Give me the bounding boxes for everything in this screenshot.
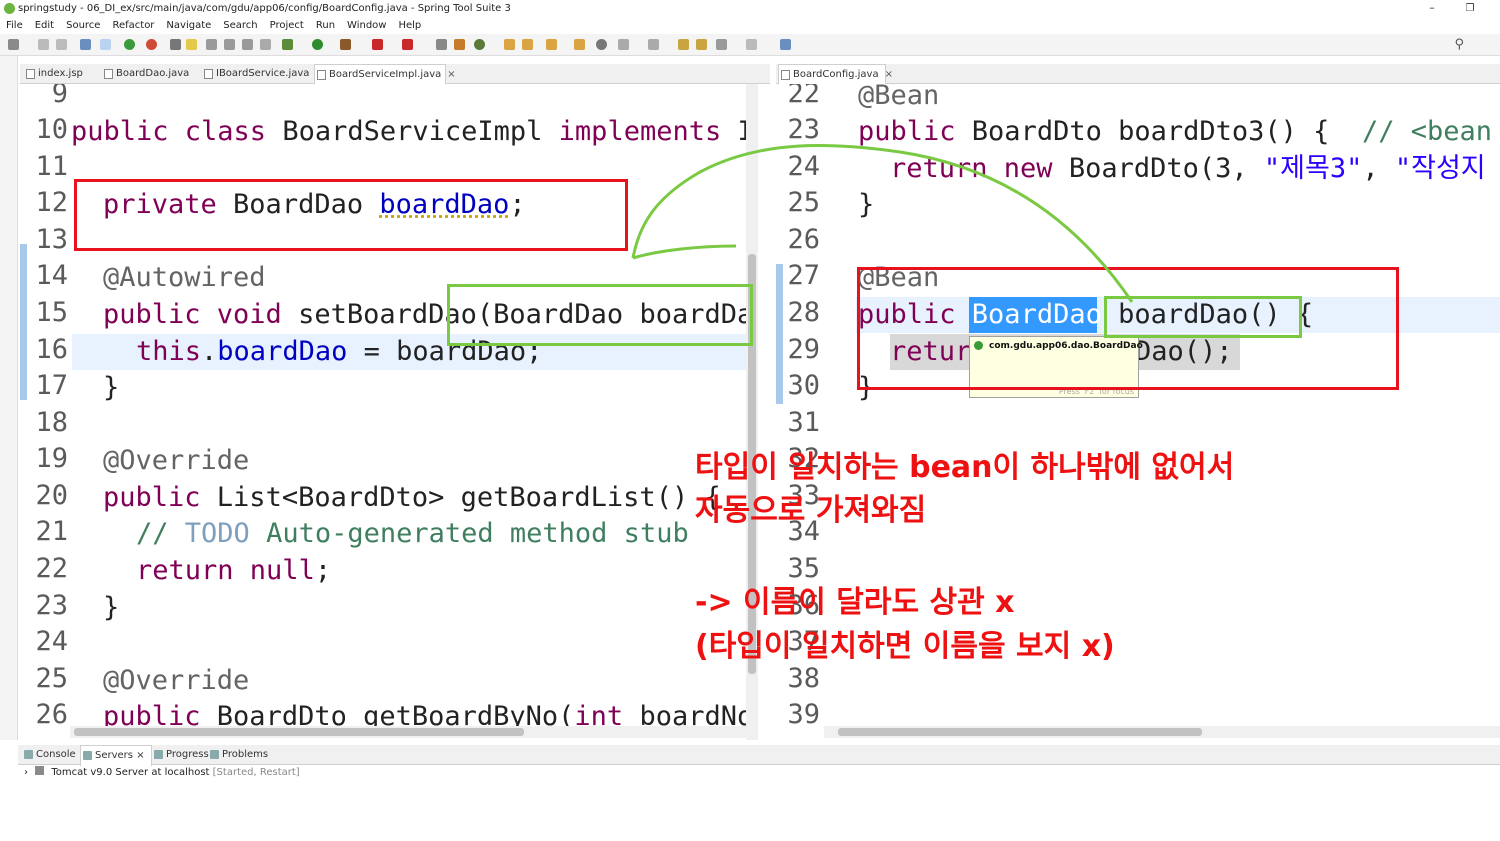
annotation-note: 타입이 일치하는 bean이 하나밖에 없어서	[695, 450, 1235, 485]
servers-icon	[83, 751, 92, 760]
tab-label: Console	[36, 749, 76, 760]
green-arrow-icon	[631, 144, 1134, 303]
server-list-item[interactable]: › Tomcat v9.0 Server at localhost [Start…	[24, 765, 300, 781]
annotation-note: -> 이름이 달라도 상관 x	[695, 585, 1015, 620]
tab-console[interactable]: Console	[22, 745, 76, 765]
progress-icon	[154, 750, 163, 759]
annotation-note: (타입이 일치하면 이름을 보지 x)	[695, 629, 1115, 664]
tab-progress[interactable]: Progress	[152, 745, 209, 765]
server-status: [Started, Restart]	[212, 767, 300, 778]
bottom-panel-tabbar: Console Servers × Progress Problems	[18, 745, 1500, 766]
tab-problems[interactable]: Problems	[208, 745, 268, 765]
console-icon	[24, 750, 33, 759]
tomcat-server-icon	[35, 766, 45, 775]
annotation-note: 자동으로 가져와짐	[695, 493, 927, 528]
tab-label: Servers	[95, 750, 134, 761]
server-name: Tomcat v9.0 Server at localhost	[51, 767, 210, 778]
tab-label: Problems	[222, 749, 269, 760]
tab-label: Progress	[166, 749, 209, 760]
close-tab-icon[interactable]: ×	[136, 750, 144, 761]
expand-chevron-icon[interactable]: ›	[24, 767, 28, 778]
tab-servers[interactable]: Servers ×	[80, 745, 152, 766]
problems-icon	[210, 750, 219, 759]
